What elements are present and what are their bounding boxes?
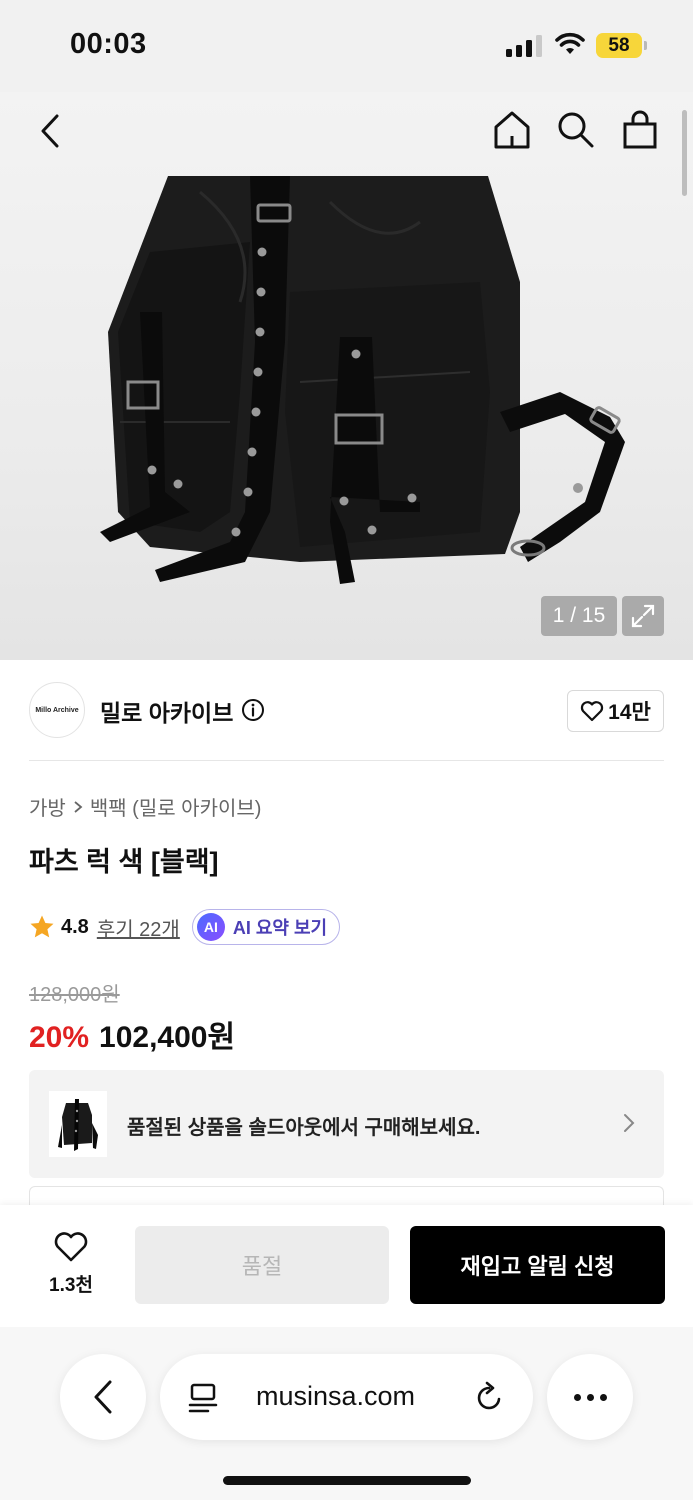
chevron-left-icon <box>41 114 59 148</box>
restock-alert-button[interactable]: 재입고 알림 신청 <box>410 1226 665 1304</box>
divider <box>29 760 664 761</box>
breadcrumb: 가방 백팩 (밀로 아카이브) <box>29 792 261 821</box>
home-icon <box>494 111 530 149</box>
reader-mode-icon[interactable] <box>188 1382 218 1414</box>
heart-icon <box>581 701 604 722</box>
heart-icon <box>54 1232 88 1262</box>
back-button[interactable] <box>30 110 70 152</box>
ai-summary-label: AI 요약 보기 <box>232 918 328 938</box>
brand-like-count: 14만 <box>608 701 651 724</box>
rating-row: 4.8 후기 22개 AI AI 요약 보기 <box>29 908 341 946</box>
rating-value: 4.8 <box>61 915 89 938</box>
breadcrumb-category[interactable]: 가방 <box>29 792 66 821</box>
home-indicator <box>223 1476 471 1485</box>
sale-price: 102,400원 <box>99 1021 236 1054</box>
reload-icon[interactable] <box>475 1381 505 1413</box>
star-icon <box>30 915 54 938</box>
brand-name[interactable]: 밀로 아카이브 <box>100 694 233 728</box>
dot-icon <box>586 1393 594 1401</box>
price-row: 20% 102,400원 <box>29 1012 235 1056</box>
soldout-banner-text: 품절된 상품을 솔드아웃에서 구매해보세요. <box>127 1117 481 1139</box>
discount-rate: 20% <box>29 1021 90 1054</box>
status-bar: 00:03 58 <box>0 0 693 92</box>
soldout-button: 품절 <box>135 1226 389 1304</box>
expand-button[interactable] <box>622 596 664 636</box>
purchase-action-bar: 1.3천 품절 재입고 알림 신청 <box>0 1205 693 1327</box>
soldout-banner[interactable]: 품절된 상품을 솔드아웃에서 구매해보세요. <box>29 1070 664 1178</box>
cart-button[interactable] <box>618 108 662 152</box>
address-bar[interactable]: musinsa.com <box>160 1354 533 1440</box>
info-icon[interactable] <box>241 698 265 722</box>
breadcrumb-subcategory[interactable]: 백팩 (밀로 아카이브) <box>90 792 262 821</box>
shopping-bag-icon <box>623 110 657 149</box>
battery-tip <box>644 41 647 50</box>
search-icon <box>558 112 594 148</box>
dot-icon <box>599 1393 607 1401</box>
status-time: 00:03 <box>70 28 147 60</box>
product-image-gallery[interactable]: 1 / 15 <box>0 92 693 660</box>
brand-like-button[interactable]: 14만 <box>567 690 664 732</box>
scroll-indicator <box>682 110 687 196</box>
browser-back-button[interactable] <box>60 1354 146 1440</box>
product-thumbnail <box>49 1091 107 1157</box>
home-button[interactable] <box>490 108 534 152</box>
chevron-right-icon <box>624 1114 635 1132</box>
chevron-left-icon <box>94 1380 112 1414</box>
search-button[interactable] <box>554 108 598 152</box>
backpack-thumbnail-icon <box>58 1099 98 1151</box>
wifi-icon <box>555 32 585 54</box>
chevron-right-icon <box>74 800 83 813</box>
expand-icon <box>631 604 655 628</box>
image-counter: 1 / 15 <box>541 596 617 636</box>
original-price: 128,000원 <box>29 984 120 1006</box>
browser-toolbar: musinsa.com <box>0 1327 693 1500</box>
product-title: 파츠 럭 색 [블랙] <box>29 847 219 877</box>
brand-logo[interactable]: Millo Archive <box>29 682 85 738</box>
url-text: musinsa.com <box>256 1381 416 1411</box>
more-options-button[interactable] <box>547 1354 633 1440</box>
ai-summary-button[interactable]: AI AI 요약 보기 <box>191 909 341 945</box>
backpack-image <box>100 176 625 584</box>
wishlist-count: 1.3천 <box>49 1275 93 1296</box>
review-count-link[interactable]: 후기 22개 <box>97 913 180 942</box>
dot-icon <box>573 1393 581 1401</box>
ai-icon: AI <box>196 913 225 941</box>
battery-indicator: 58 <box>596 33 642 58</box>
wishlist-button[interactable]: 1.3천 <box>42 1231 100 1297</box>
cellular-signal-icon <box>506 35 542 57</box>
